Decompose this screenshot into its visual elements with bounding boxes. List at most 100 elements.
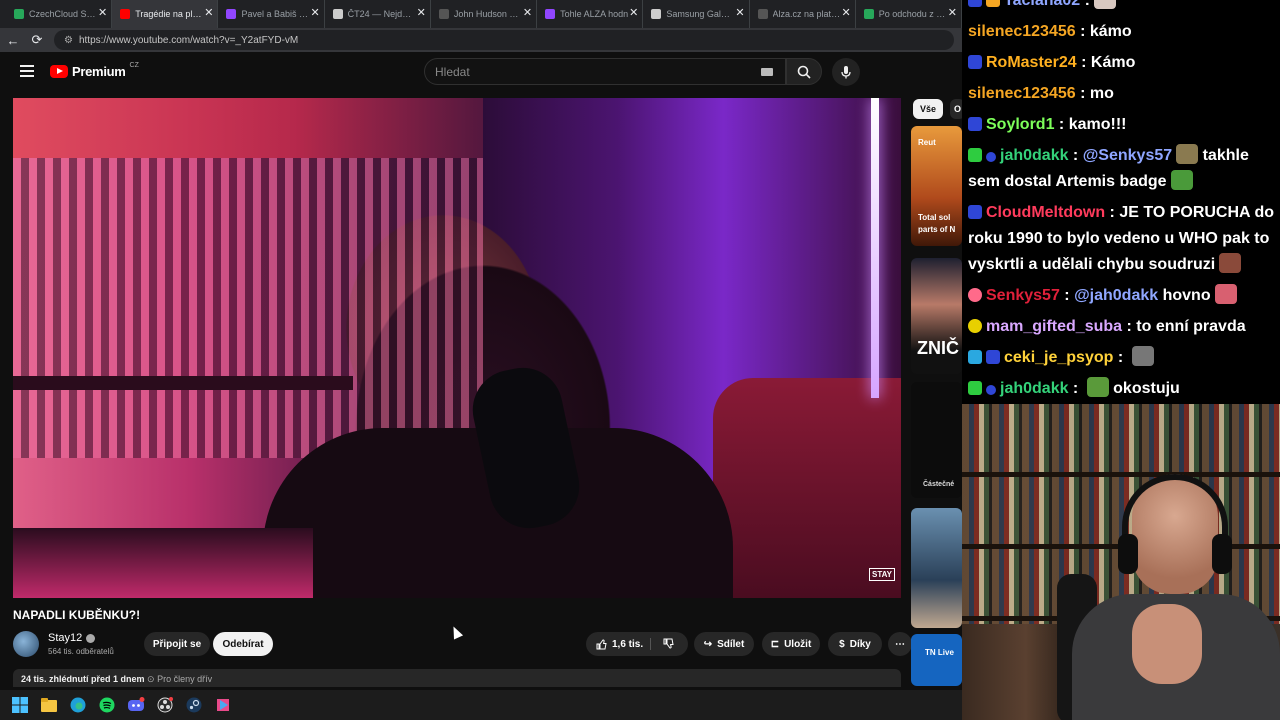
browser-tab[interactable]: Po odchodu z ČT ✕ bbox=[856, 0, 962, 28]
chat-emote-icon bbox=[1086, 377, 1109, 397]
chat-emote-icon bbox=[1093, 0, 1116, 9]
stream-chat-overlay: Taclana02 : silenec123456 : kámo RoMaste… bbox=[962, 0, 1280, 404]
video-frame-stripes bbox=[13, 158, 483, 458]
chat-username: Taclana02 bbox=[1004, 0, 1081, 9]
discord-icon[interactable] bbox=[127, 696, 145, 714]
heart-badge-icon bbox=[968, 288, 982, 302]
tab-favicon-icon bbox=[863, 9, 874, 19]
url-text: https://www.youtube.com/watch?v=_Y2atFYD… bbox=[78, 34, 299, 46]
chat-message: RoMaster24 : Kámo bbox=[968, 50, 1274, 76]
tab-favicon-icon bbox=[226, 9, 237, 19]
steam-icon[interactable] bbox=[185, 696, 203, 714]
video-player[interactable]: STAY bbox=[13, 98, 901, 598]
more-actions-button[interactable]: ⋯ bbox=[888, 632, 912, 656]
close-tab-icon[interactable]: ✕ bbox=[310, 8, 319, 19]
logo-text: Premium bbox=[72, 64, 126, 79]
streaming-app-icon[interactable] bbox=[214, 696, 232, 714]
close-tab-icon[interactable]: ✕ bbox=[98, 8, 107, 19]
browser-tab[interactable]: Tohle ALZA hodn ✕ bbox=[537, 0, 644, 28]
browser-tab[interactable]: Alza.cz na platfor ✕ bbox=[750, 0, 856, 28]
like-divider bbox=[650, 638, 651, 650]
subscribe-button[interactable]: Odebírat bbox=[213, 632, 273, 656]
file-explorer-icon[interactable] bbox=[40, 696, 58, 714]
channel-watermark[interactable]: STAY bbox=[869, 568, 896, 581]
keyboard-icon[interactable] bbox=[761, 68, 773, 76]
tab-favicon-icon bbox=[651, 9, 662, 19]
browser-tab-active[interactable]: Tragédie na place ✕ bbox=[112, 0, 219, 28]
channel-name-row[interactable]: Stay12 bbox=[48, 632, 96, 644]
chat-username: silenec123456 bbox=[968, 23, 1076, 40]
chat-message: ceki_je_psyop : bbox=[968, 345, 1274, 371]
thanks-button[interactable]: $ Díky bbox=[828, 632, 882, 656]
subscriber-badge-icon bbox=[968, 55, 982, 69]
dislike-button[interactable] bbox=[663, 638, 674, 652]
join-button[interactable]: Připojit se bbox=[144, 632, 210, 656]
address-bar: ← ⟳ ⚙ https://www.youtube.com/watch?v=_Y… bbox=[0, 28, 962, 52]
verified-badge-icon bbox=[968, 381, 982, 395]
search-button[interactable] bbox=[786, 58, 822, 85]
url-field[interactable]: ⚙ https://www.youtube.com/watch?v=_Y2atF… bbox=[54, 30, 954, 50]
chat-mention: @jah0dakk bbox=[1074, 287, 1159, 304]
recommended-video-thumbnail[interactable]: ZNIČ bbox=[911, 258, 962, 374]
share-button[interactable]: ↪ Sdílet bbox=[694, 632, 754, 656]
chat-username: jah0dakk bbox=[1000, 147, 1069, 164]
members-early-label: Pro členy dřív bbox=[157, 674, 213, 684]
verified-icon bbox=[86, 633, 96, 643]
close-tab-icon[interactable]: ✕ bbox=[842, 8, 851, 19]
chat-text: okostuju bbox=[1113, 380, 1180, 397]
browser-tab[interactable]: Samsung Galaxy ✕ bbox=[643, 0, 750, 28]
recommended-video-thumbnail[interactable]: Částečné bbox=[911, 382, 962, 498]
chat-text: mo bbox=[1089, 85, 1114, 102]
video-frame-desk bbox=[13, 528, 313, 598]
chat-text: to enní pravda bbox=[1136, 318, 1246, 335]
search-input[interactable]: Hledat bbox=[424, 58, 786, 85]
chat-message: Senkys57 : @jah0dakk hovno bbox=[968, 283, 1274, 309]
voice-search-button[interactable] bbox=[832, 58, 860, 86]
save-button[interactable]: ⊏ Uložit bbox=[762, 632, 820, 656]
close-tab-icon[interactable]: ✕ bbox=[523, 8, 532, 19]
tab-favicon-icon bbox=[545, 9, 556, 19]
close-tab-icon[interactable]: ✕ bbox=[417, 8, 426, 19]
filter-chip-all[interactable]: Vše bbox=[913, 99, 944, 119]
close-tab-icon[interactable]: ✕ bbox=[204, 8, 213, 19]
browser-tab[interactable]: John Hudson na p ✕ bbox=[431, 0, 538, 28]
video-frame-neon-light bbox=[871, 98, 879, 398]
webcam-shelf bbox=[962, 472, 1280, 477]
video-title: NAPADLI KUBĚNKU?! bbox=[13, 608, 141, 622]
prime-badge-icon bbox=[968, 350, 982, 364]
share-icon: ↪ bbox=[703, 638, 713, 650]
video-frame-chair bbox=[713, 378, 901, 598]
browser-tab[interactable]: CzechCloud Strea ✕ bbox=[6, 0, 113, 28]
thumbs-up-icon bbox=[596, 638, 607, 649]
close-tab-icon[interactable]: ✕ bbox=[735, 8, 744, 19]
chat-message: silenec123456 : mo bbox=[968, 85, 1114, 102]
chat-message: jah0dakk : okostuju bbox=[968, 376, 1274, 402]
chat-emote-icon bbox=[1131, 346, 1154, 366]
close-tab-icon[interactable]: ✕ bbox=[629, 8, 638, 19]
recommended-video-thumbnail[interactable]: Reut Total sol parts of N bbox=[911, 126, 962, 246]
members-early-icon: ⊙ bbox=[147, 674, 158, 684]
recommended-video-thumbnail[interactable]: TN Live bbox=[911, 634, 962, 686]
edge-browser-icon[interactable] bbox=[69, 696, 87, 714]
youtube-header: Premium CZ Hledat bbox=[0, 52, 962, 92]
obs-icon[interactable] bbox=[156, 696, 174, 714]
recommended-video-thumbnail[interactable] bbox=[911, 508, 962, 628]
close-tab-icon[interactable]: ✕ bbox=[948, 8, 957, 19]
chat-username: RoMaster24 bbox=[986, 54, 1077, 71]
chat-text: kamo!!! bbox=[1068, 116, 1127, 133]
windows-start-icon[interactable] bbox=[11, 696, 29, 714]
channel-avatar[interactable] bbox=[13, 631, 39, 657]
thumbs-down-icon bbox=[663, 638, 674, 649]
x-favicon-icon bbox=[757, 9, 768, 19]
back-arrow-icon[interactable]: ← bbox=[6, 33, 20, 48]
thumbnail-source-label: Reut bbox=[918, 138, 936, 147]
site-info-icon[interactable]: ⚙ bbox=[64, 35, 73, 46]
browser-tab[interactable]: Pavel a Babiš v Ar ✕ bbox=[218, 0, 325, 28]
youtube-logo[interactable]: Premium CZ bbox=[50, 62, 139, 79]
browser-tab[interactable]: ČT24 — Nejdůvě ✕ bbox=[325, 0, 431, 28]
reload-icon[interactable]: ⟳ bbox=[30, 32, 44, 47]
spotify-icon[interactable] bbox=[98, 696, 116, 714]
menu-icon[interactable] bbox=[20, 65, 34, 77]
chat-message: Soylord1 : kamo!!! bbox=[968, 112, 1274, 138]
description-box[interactable]: 24 tis. zhlédnutí před 1 dnem ⊙ Pro člen… bbox=[13, 669, 901, 687]
